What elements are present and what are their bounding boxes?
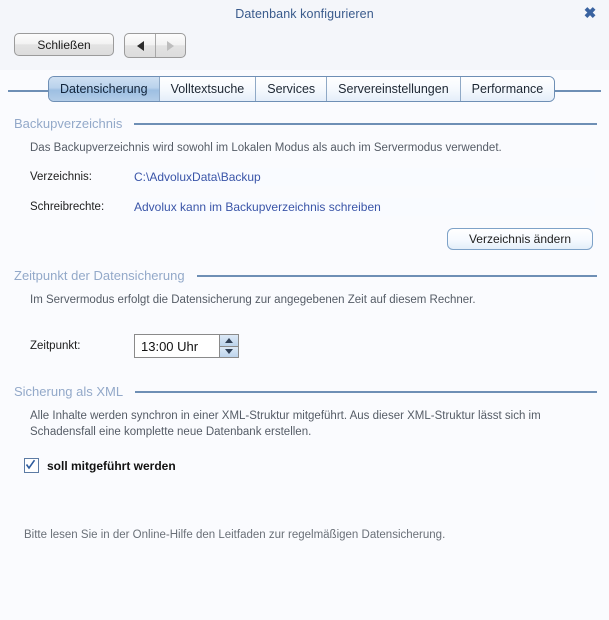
section-divider — [134, 122, 597, 125]
tab-performance[interactable]: Performance — [459, 77, 555, 101]
section-title-xml: Sicherung als XML — [14, 384, 124, 399]
tab-services[interactable]: Services — [255, 77, 327, 101]
stepper-buttons — [219, 335, 238, 357]
footnote-text: Bitte lesen Sie in der Online-Hilfe den … — [24, 529, 446, 541]
xml-checkbox[interactable] — [24, 458, 39, 473]
checkmark-icon — [25, 459, 36, 470]
navigation-button-group — [124, 33, 186, 58]
backup-button-row: Verzeichnis ändern — [0, 228, 609, 250]
section-header-backup: Backupverzeichnis — [0, 116, 609, 131]
section-divider — [135, 390, 597, 393]
zeitpunkt-stepper[interactable] — [134, 334, 239, 358]
label-schreibrechte: Schreibrechte: — [30, 201, 105, 213]
close-icon[interactable]: ✖ — [581, 5, 599, 23]
xml-checkbox-label: soll mitgeführt werden — [47, 458, 176, 473]
value-verzeichnis: C:\AdvoluxData\Backup — [130, 168, 595, 186]
tab-list: Datensicherung Volltextsuche Services Se… — [48, 76, 556, 102]
section-description-xml: Alle Inhalte werden synchron in einer XM… — [30, 410, 541, 438]
xml-checkbox-row[interactable]: soll mitgeführt werden — [0, 458, 609, 473]
arrow-left-icon — [136, 40, 144, 51]
section-header-schedule: Zeitpunkt der Datensicherung — [0, 268, 609, 283]
field-row-verzeichnis: Verzeichnis: C:\AdvoluxData\Backup — [0, 168, 609, 186]
zeitpunkt-input[interactable] — [135, 335, 219, 357]
stepper-decrement-button[interactable] — [220, 345, 238, 357]
tab-datensicherung[interactable]: Datensicherung — [49, 77, 159, 101]
section-header-xml: Sicherung als XML — [0, 384, 609, 399]
spinner-down-icon — [225, 349, 233, 355]
field-row-schreibrechte: Schreibrechte: Advolux kann im Backupver… — [0, 198, 609, 216]
toolbar: Schließen — [0, 28, 609, 70]
section-description-backup: Das Backupverzeichnis wird sowohl im Lok… — [30, 142, 502, 154]
back-button[interactable] — [125, 34, 155, 57]
spinner-up-icon — [225, 337, 233, 343]
field-row-zeitpunkt: Zeitpunkt: — [0, 334, 609, 358]
tab-bar: Datensicherung Volltextsuche Services Se… — [0, 70, 609, 104]
label-verzeichnis: Verzeichnis: — [30, 171, 93, 183]
tab-volltextsuche[interactable]: Volltextsuche — [158, 77, 256, 101]
tab-servereinstellungen[interactable]: Servereinstellungen — [326, 77, 460, 101]
change-directory-button[interactable]: Verzeichnis ändern — [447, 228, 593, 250]
forward-button[interactable] — [155, 34, 185, 57]
close-button[interactable]: Schließen — [14, 33, 114, 56]
section-description-schedule: Im Servermodus erfolgt die Datensicherun… — [30, 294, 476, 306]
arrow-right-icon — [167, 40, 174, 51]
value-schreibrechte: Advolux kann im Backupverzeichnis schrei… — [130, 198, 595, 216]
section-title-backup: Backupverzeichnis — [14, 116, 123, 131]
tab-panel-datensicherung: Backupverzeichnis Das Backupverzeichnis … — [0, 116, 609, 541]
title-bar: Datenbank konfigurieren ✖ — [0, 0, 609, 28]
section-divider — [196, 274, 597, 277]
label-zeitpunkt: Zeitpunkt: — [30, 340, 81, 352]
window-title: Datenbank konfigurieren — [235, 7, 374, 21]
section-title-schedule: Zeitpunkt der Datensicherung — [14, 268, 185, 283]
stepper-increment-button[interactable] — [220, 335, 238, 346]
